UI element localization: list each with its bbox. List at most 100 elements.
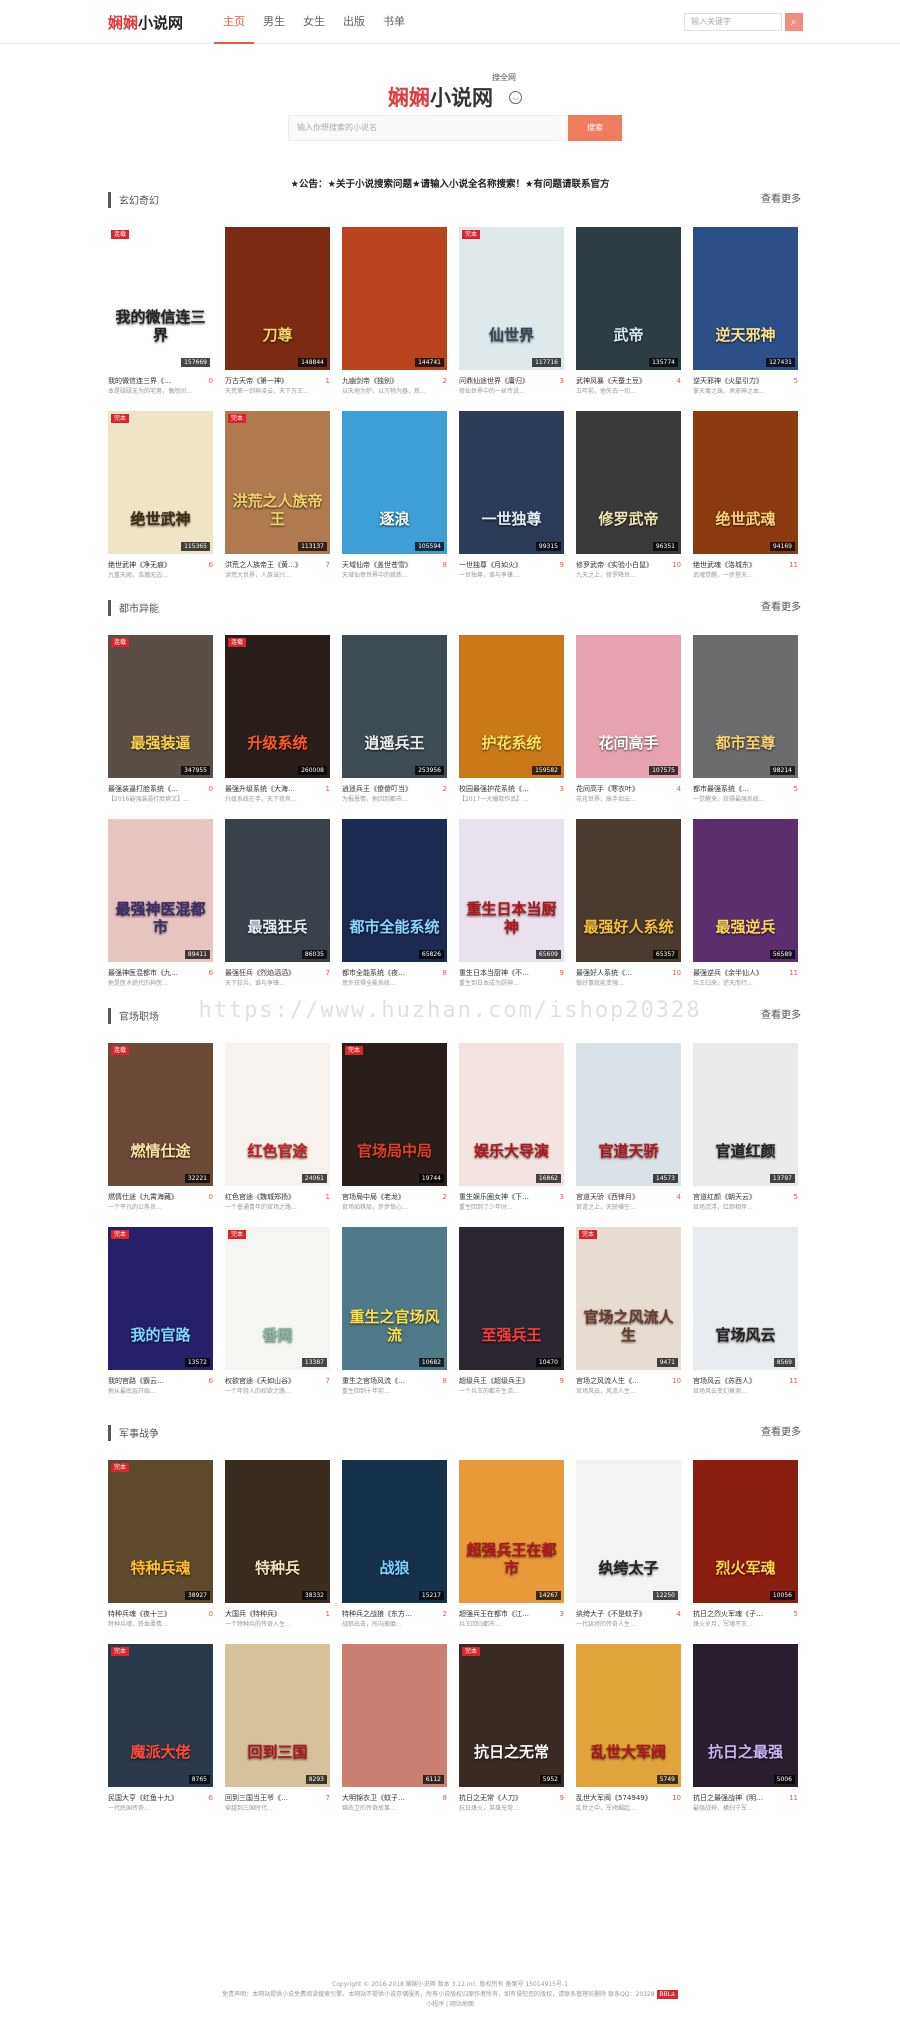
book-cover[interactable]: 完本 魔派大佬 8765 [108, 1644, 213, 1787]
book-card[interactable]: 重生日本当厨神 65609 重生日本当厨神《不… 9 重生到日本成为厨神… [459, 819, 564, 988]
book-card[interactable]: 完本 绝世武神 115365 绝世武神《净无痕》 6 九重天阙，浩瀚无边… [108, 411, 213, 580]
book-card[interactable]: 144741 九幽剑帝《独别》 2 以天地为炉，以万物为器，炼… [342, 227, 447, 396]
book-card[interactable]: 完本 洪荒之人族帝王 113137 洪荒之人族帝王《黄…》 7 洪荒大世界，人族当兴… [225, 411, 330, 580]
book-card[interactable]: 战狼 15217 特种兵之战狼《东方… 2 战狼出击，所向披靡… [342, 1460, 447, 1629]
book-title-link[interactable]: 回到三国当王爷《… 7 [225, 1793, 330, 1803]
book-cover[interactable]: 最强好人系统 65357 [576, 819, 681, 962]
book-cover[interactable]: 完本 洪荒之人族帝王 113137 [225, 411, 330, 554]
book-card[interactable]: 官道天骄 14573 官道天骄《西锋月》 4 官道之上，天骄横空… [576, 1043, 681, 1212]
book-cover[interactable]: 刀尊 148844 [225, 227, 330, 370]
nav-item[interactable]: 主页 [214, 0, 254, 44]
book-cover[interactable]: 最强逆兵 56589 [693, 819, 798, 962]
book-title-link[interactable]: 我的微信连三界《… 0 [108, 376, 213, 386]
footer-badge[interactable]: BBLa [656, 1990, 678, 1999]
book-cover[interactable]: 纨绔太子 12250 [576, 1460, 681, 1603]
book-title-link[interactable]: 官场局中局《老龙》 2 [342, 1192, 447, 1202]
book-title-link[interactable]: 乱世大军阀《574949》 10 [576, 1793, 681, 1803]
book-cover[interactable]: 逐浪 105594 [342, 411, 447, 554]
book-card[interactable]: 连载 我的微信连三界 157669 我的微信连三界《… 0 本是碌碌无为的宅男，偶然间… [108, 227, 213, 396]
book-title-link[interactable]: 最强好人系统《… 10 [576, 968, 681, 978]
book-title-link[interactable]: 万古天帝《第一神》 1 [225, 376, 330, 386]
book-title-link[interactable]: 抗日之无常《人刀》 9 [459, 1793, 564, 1803]
book-cover[interactable]: 完本 绝世武神 115365 [108, 411, 213, 554]
book-cover[interactable]: 完本 官场之风流人生 9471 [576, 1227, 681, 1370]
book-card[interactable]: 重生之官场风流 10682 重生之官场风流《… 8 重生回到十年前… [342, 1227, 447, 1396]
book-card[interactable]: 烈火军魂 10056 抗日之烈火军魂《子… 5 烽火岁月，军魂不灭… [693, 1460, 798, 1629]
book-title-link[interactable]: 逆天邪神《火星引力》 5 [693, 376, 798, 386]
book-card[interactable]: 逍遥兵王 253956 逍遥兵王《傻傻叮当》 2 为报恩情，他回到都市… [342, 635, 447, 804]
see-more-link[interactable]: 查看更多 [761, 192, 801, 208]
book-cover[interactable]: 最强狂兵 86035 [225, 819, 330, 962]
book-card[interactable]: 最强逆兵 56589 最强逆兵《余半仙人》 11 兵王归来，逆天而行… [693, 819, 798, 988]
book-title-link[interactable]: 官道红颜《朝天云》 5 [693, 1192, 798, 1202]
book-title-link[interactable]: 我的官路《霸云… 6 [108, 1376, 213, 1386]
book-cover[interactable]: 至强兵王 10470 [459, 1227, 564, 1370]
book-cover[interactable]: 完本 特种兵魂 38927 [108, 1460, 213, 1603]
book-cover[interactable]: 连载 燃情仕途 32221 [108, 1043, 213, 1186]
book-card[interactable]: 完本 官场局中局 19744 官场局中局《老龙》 2 官场如棋局，步步惊心… [342, 1043, 447, 1212]
book-card[interactable]: 连载 升级系统 260008 最强升级系统《大海… 1 升级系统在手，天下我有… [225, 635, 330, 804]
book-title-link[interactable]: 权欲官途《天如山谷》 7 [225, 1376, 330, 1386]
book-cover[interactable]: 连载 我的微信连三界 157669 [108, 227, 213, 370]
book-card[interactable]: 都市全能系统 65826 都市全能系统《夜… 8 意外获得全能系统… [342, 819, 447, 988]
nav-item[interactable]: 男生 [254, 0, 294, 44]
book-title-link[interactable]: 重生娱乐圈女神《下… 3 [459, 1192, 564, 1202]
book-cover[interactable]: 完本 官场局中局 19744 [342, 1043, 447, 1186]
book-title-link[interactable]: 最强神医混都市《九… 6 [108, 968, 213, 978]
book-title-link[interactable]: 抗日之烈火军魂《子… 5 [693, 1609, 798, 1619]
book-title-link[interactable]: 大明锦衣卫《蚊子… 8 [342, 1793, 447, 1803]
search-icon[interactable]: ⌕ [785, 13, 803, 31]
book-card[interactable]: 纨绔太子 12250 纨绔大子《不是蚊子》 4 一代纨绔的传奇人生… [576, 1460, 681, 1629]
book-title-link[interactable]: 特种兵魂《夜十三》 0 [108, 1609, 213, 1619]
book-card[interactable]: 官场风云 8569 官场风云《苏西人》 11 官场风云变幻莫测… [693, 1227, 798, 1396]
book-cover[interactable]: 红色官途 24061 [225, 1043, 330, 1186]
book-title-link[interactable]: 官场之风流人生《… 10 [576, 1376, 681, 1386]
book-cover[interactable]: 重生日本当厨神 65609 [459, 819, 564, 962]
book-card[interactable]: 最强狂兵 86035 最强狂兵《烈焰滔滔》 7 天下狂兵，谁与争锋… [225, 819, 330, 988]
book-title-link[interactable]: 纨绔大子《不是蚊子》 4 [576, 1609, 681, 1619]
book-card[interactable]: 武帝 135774 武神风暴《天蚕土豆》 4 五年前，他失去一切… [576, 227, 681, 396]
book-cover[interactable]: 修罗武帝 96351 [576, 411, 681, 554]
book-title-link[interactable]: 红色官途《魏城郑扬》 1 [225, 1192, 330, 1202]
book-title-link[interactable]: 校园最强护花系统《… 3 [459, 784, 564, 794]
book-card[interactable]: 完本 我的官路 13572 我的官路《霸云… 6 他从最底层开始… [108, 1227, 213, 1396]
book-cover[interactable]: 一世独尊 99315 [459, 411, 564, 554]
book-cover[interactable]: 绝世武魂 94169 [693, 411, 798, 554]
book-cover[interactable]: 连载 升级系统 260008 [225, 635, 330, 778]
book-card[interactable]: 官道红颜 13797 官道红颜《朝天云》 5 官场沉浮，红颜相伴… [693, 1043, 798, 1212]
book-card[interactable]: 刀尊 148844 万古天帝《第一神》 1 天荒第一剑神凌云，天下万王… [225, 227, 330, 396]
book-title-link[interactable]: 武神风暴《天蚕土豆》 4 [576, 376, 681, 386]
book-card[interactable]: 一世独尊 99315 一世独尊《月如火》 9 一世独尊，谁与争锋… [459, 411, 564, 580]
see-more-link[interactable]: 查看更多 [761, 600, 801, 616]
book-card[interactable]: 修罗武帝 96351 修罗武帝《实验小白鼠》 10 九天之上，修罗降世… [576, 411, 681, 580]
see-more-link[interactable]: 查看更多 [761, 1425, 801, 1441]
book-card[interactable]: 超强兵王在都市 14267 超强兵王在都市《江… 3 兵王回归都市… [459, 1460, 564, 1629]
book-card[interactable]: 都市至尊 98214 都市最强系统《… 5 一觉醒来，获得最强系统… [693, 635, 798, 804]
book-card[interactable]: 完本 仙世界 117716 问鼎仙途世界《庸归》 3 修仙世界中的一丝传说… [459, 227, 564, 396]
book-card[interactable]: 最强神医混都市 89411 最强神医混都市《九… 6 他是医术绝代的神医… [108, 819, 213, 988]
hero-search-button[interactable]: 搜索 [568, 115, 622, 141]
nav-item[interactable]: 出版 [334, 0, 374, 44]
book-cover[interactable]: 逍遥兵王 253956 [342, 635, 447, 778]
nav-item[interactable]: 书单 [374, 0, 414, 44]
footer-links[interactable]: 小程序 | 网站地图 [0, 2000, 900, 2010]
book-card[interactable]: 抗日之最强 5006 抗日之最强战神《明… 11 最强战神，横扫千军… [693, 1644, 798, 1813]
book-title-link[interactable]: 重生之官场风流《… 8 [342, 1376, 447, 1386]
book-cover[interactable]: 完本 仙世界 117716 [459, 227, 564, 370]
book-title-link[interactable]: 官场风云《苏西人》 11 [693, 1376, 798, 1386]
book-cover[interactable]: 逆天邪神 127431 [693, 227, 798, 370]
book-title-link[interactable]: 绝世武神《净无痕》 6 [108, 560, 213, 570]
book-cover[interactable]: 官道天骄 14573 [576, 1043, 681, 1186]
book-card[interactable]: 逆天邪神 127431 逆天邪神《火星引力》 5 掌天毒之珠，承邪神之血… [693, 227, 798, 396]
book-title-link[interactable]: 大国兵《特种兵》 1 [225, 1609, 330, 1619]
book-title-link[interactable]: 最强狂兵《烈焰滔滔》 7 [225, 968, 330, 978]
book-title-link[interactable]: 燃情仕途《九霄海藏》 0 [108, 1192, 213, 1202]
book-card[interactable]: 完本 香网 13387 权欲官途《天如山谷》 7 一个年轻人的权欲之路… [225, 1227, 330, 1396]
book-title-link[interactable]: 特种兵之战狼《东方… 2 [342, 1609, 447, 1619]
book-card[interactable]: 连载 最强装逼 347955 最强装逼打脸系统《… 0 【2016最强装逼打脸爽文】… [108, 635, 213, 804]
book-cover[interactable]: 最强神医混都市 89411 [108, 819, 213, 962]
book-card[interactable]: 最强好人系统 65357 最强好人系统《… 10 做好事就能变强… [576, 819, 681, 988]
book-cover[interactable]: 娱乐大导演 16862 [459, 1043, 564, 1186]
book-title-link[interactable]: 修罗武帝《实验小白鼠》 10 [576, 560, 681, 570]
book-title-link[interactable]: 重生日本当厨神《不… 9 [459, 968, 564, 978]
